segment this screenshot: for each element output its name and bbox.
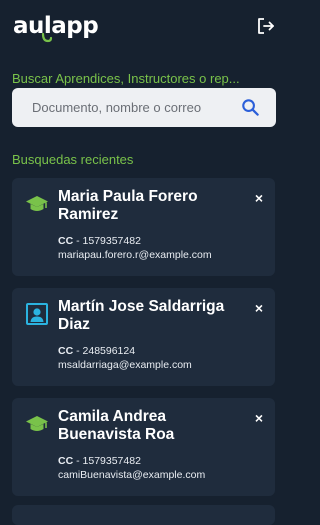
instructor-board-icon — [26, 303, 48, 325]
person-email: msaldarriaga@example.com — [58, 359, 192, 371]
id-document: CC - 248596124 — [58, 345, 135, 357]
id-separator: - — [73, 455, 83, 467]
close-icon[interactable]: × — [252, 301, 266, 315]
recent-search-card[interactable]: Maria Paula Forero Ramirez × CC - 157935… — [12, 178, 275, 276]
id-number: 1579357482 — [82, 235, 141, 247]
id-separator: - — [73, 235, 83, 247]
app-header: aulapp — [0, 0, 288, 52]
search-box[interactable] — [12, 88, 276, 127]
search-input[interactable] — [12, 88, 236, 127]
recent-search-card-partial[interactable] — [12, 505, 275, 525]
person-name: Martín Jose Saldarriga Diaz — [58, 298, 225, 333]
id-type: CC — [58, 455, 74, 467]
id-document: CC - 1579357482 — [58, 235, 141, 247]
person-email: mariapau.forero.r@example.com — [58, 249, 212, 261]
person-name: Camila Andrea Buenavista Roa — [58, 408, 175, 443]
id-type: CC — [58, 235, 74, 247]
close-icon[interactable]: × — [252, 411, 266, 425]
graduation-cap-icon — [26, 416, 48, 431]
id-separator: - — [73, 345, 83, 357]
id-document: CC - 1579357482 — [58, 455, 141, 467]
graduation-cap-icon — [26, 196, 48, 211]
search-label: Buscar Aprendices, Instructores o rep... — [12, 71, 240, 86]
recent-search-card[interactable]: Camila Andrea Buenavista Roa × CC - 1579… — [12, 398, 275, 496]
close-icon[interactable]: × — [252, 191, 266, 205]
id-number: 1579357482 — [82, 455, 141, 467]
logo-mark-icon — [41, 33, 53, 43]
app-logo: aulapp — [13, 13, 99, 39]
logout-icon[interactable] — [256, 16, 276, 36]
person-name: Maria Paula Forero Ramirez — [58, 188, 198, 223]
id-type: CC — [58, 345, 74, 357]
search-icon[interactable] — [241, 98, 260, 117]
recent-searches-title: Busquedas recientes — [12, 152, 134, 167]
person-email: camiBuenavista@example.com — [58, 469, 206, 481]
recent-search-card[interactable]: Martín Jose Saldarriga Diaz × CC - 24859… — [12, 288, 275, 386]
id-number: 248596124 — [82, 345, 136, 357]
